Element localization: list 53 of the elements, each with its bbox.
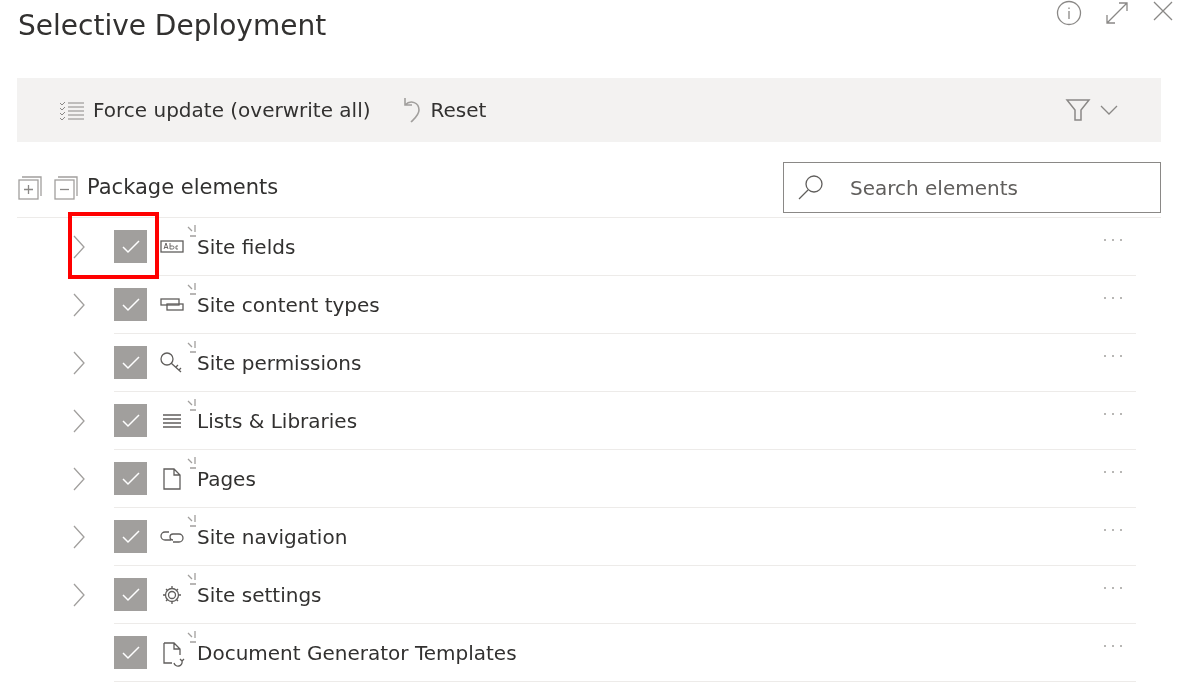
chevron-right-icon[interactable]: [72, 408, 86, 434]
checkmark-icon: [121, 529, 140, 544]
checkbox[interactable]: [114, 346, 147, 379]
checkbox[interactable]: [114, 520, 147, 553]
item-label: Document Generator Templates: [197, 639, 517, 667]
checkbox[interactable]: [114, 636, 147, 669]
chevron-right-icon[interactable]: [72, 466, 86, 492]
item-label: Site content types: [197, 291, 380, 319]
item-label: Site fields: [197, 233, 296, 261]
more-icon[interactable]: [1102, 584, 1124, 591]
chevron-right-icon[interactable]: [72, 582, 86, 608]
item-label: Site settings: [197, 581, 322, 609]
panel-title: Selective Deployment: [18, 8, 327, 44]
checkbox[interactable]: [114, 462, 147, 495]
toolbar-button[interactable]: Force update (overwrite all): [53, 78, 377, 142]
filter-icon: [1065, 97, 1091, 123]
search-field[interactable]: Search elements: [783, 162, 1161, 213]
checkbox[interactable]: [114, 288, 147, 321]
chevron-down-icon: [1099, 104, 1119, 116]
chevron-right-icon[interactable]: [72, 292, 86, 318]
more-icon[interactable]: [1102, 526, 1124, 533]
item-label: Lists & Libraries: [197, 407, 358, 435]
collapse-all-icon[interactable]: [53, 174, 79, 201]
more-icon[interactable]: [1102, 236, 1124, 243]
more-icon[interactable]: [1102, 352, 1124, 359]
checkmark-icon: [121, 645, 140, 660]
expand-all-icon[interactable]: [17, 174, 43, 201]
close-icon[interactable]: [1152, 0, 1174, 22]
toolbar-button[interactable]: Reset: [392, 78, 493, 142]
checkbox[interactable]: [114, 578, 147, 611]
checkbox[interactable]: [114, 404, 147, 437]
chevron-right-icon[interactable]: [72, 350, 86, 376]
info-icon[interactable]: [1056, 0, 1082, 26]
checkmark-icon: [121, 355, 140, 370]
chevron-right-icon[interactable]: [72, 234, 86, 260]
item-label: Site navigation: [197, 523, 348, 551]
checkmark-icon: [121, 239, 140, 254]
section-heading: Package elements: [87, 173, 279, 201]
checkmark-icon: [121, 297, 140, 312]
more-icon[interactable]: [1102, 410, 1124, 417]
item-label: Pages: [197, 465, 256, 493]
link-icon: [159, 530, 185, 543]
item-label: Site permissions: [197, 349, 362, 377]
chevron-right-icon[interactable]: [72, 524, 86, 550]
more-icon[interactable]: [1102, 642, 1124, 649]
checkmark-icon: [121, 413, 140, 428]
checkbox[interactable]: [114, 230, 147, 263]
more-icon[interactable]: [1102, 294, 1124, 301]
more-icon[interactable]: [1102, 468, 1124, 475]
checklist-icon: [59, 99, 85, 121]
checkmark-icon: [121, 587, 140, 602]
expand-icon[interactable]: [1104, 0, 1130, 26]
checkmark-icon: [121, 471, 140, 486]
